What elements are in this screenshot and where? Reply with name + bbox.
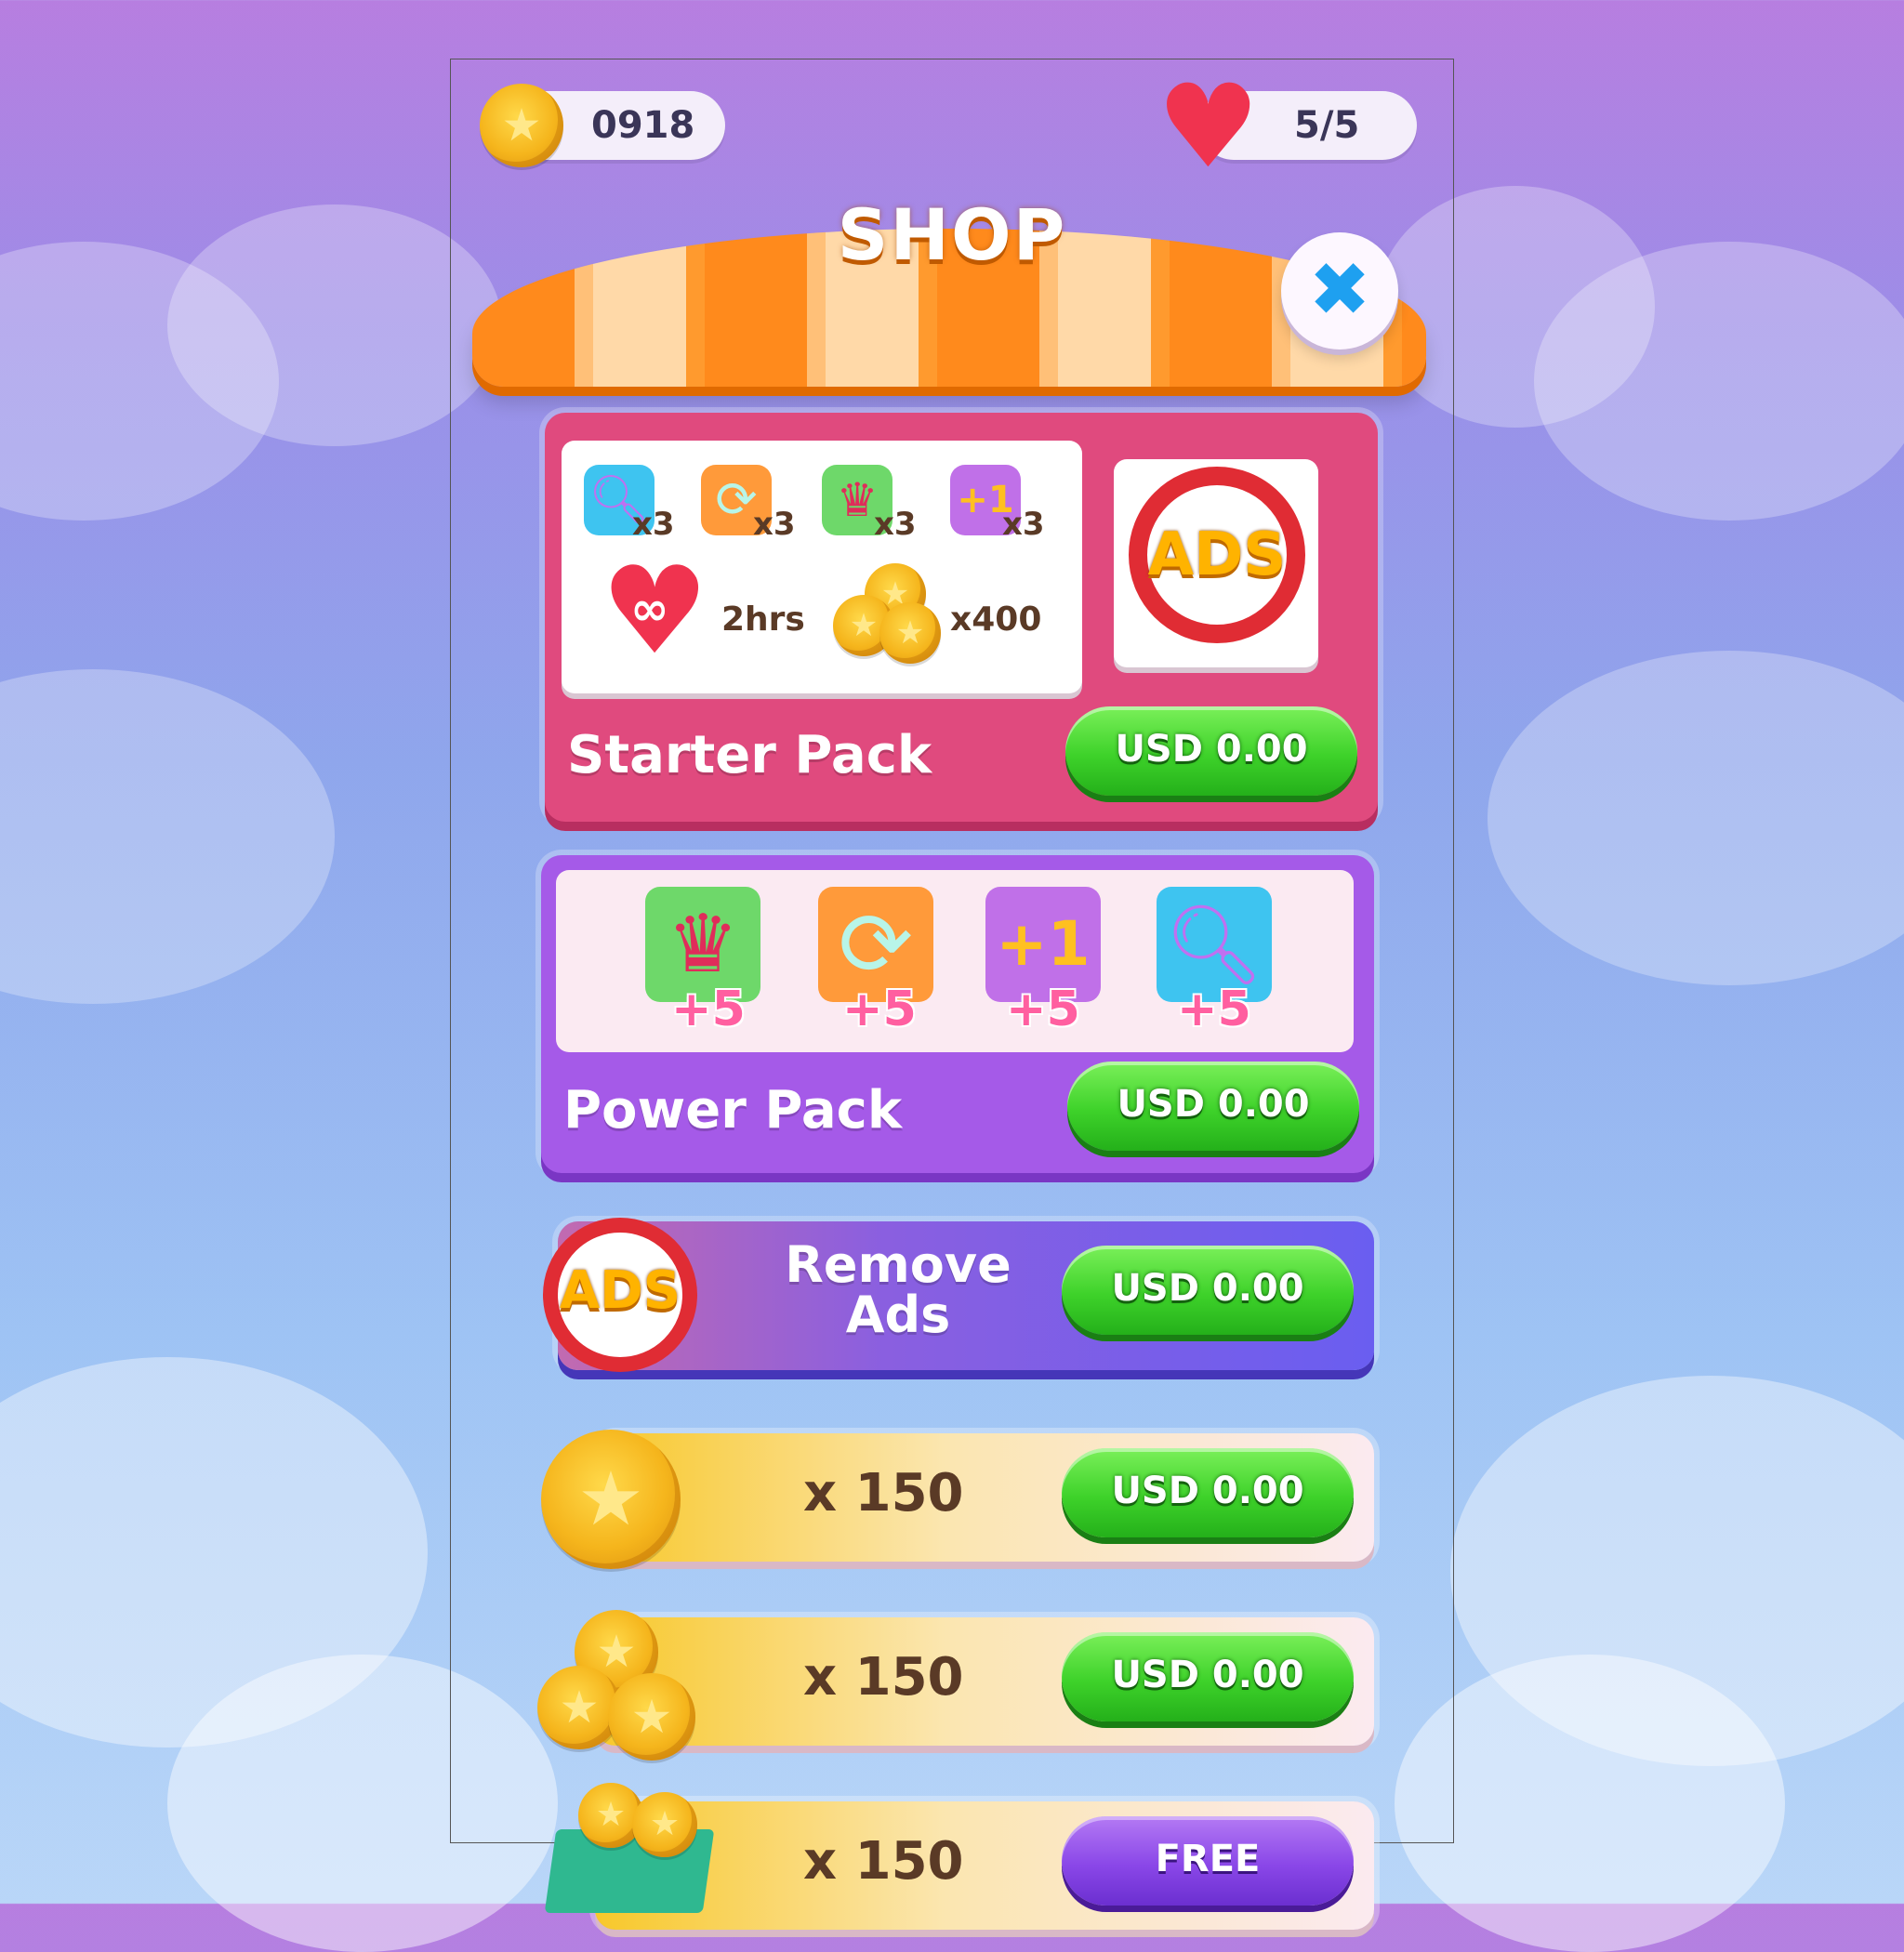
coin-icon: ★ [541,1430,681,1569]
starter-pack-title: Starter Pack [567,725,932,785]
starter-item-qty: x3 [632,506,675,543]
starter-pack-card: 🔍︎ x3 ⟳ x3 ♛ x3 +1 x3 ♥ ∞ 2hrs ★ ★ ★ x40… [545,413,1378,822]
infinite-lives-duration: 2hrs [721,600,805,639]
starter-item-qty: x3 [874,506,917,543]
page-title: SHOP [837,193,1067,276]
no-ads-panel: ADS [1114,459,1318,667]
coin-stack-icon: ★ ★ ★ [833,563,945,666]
power-pack-title: Power Pack [563,1080,903,1141]
power-item-qty: +5 [1006,982,1080,1037]
no-ads-icon: ADS [1129,467,1305,643]
lives-count: 5/5 [1294,104,1360,147]
remove-ads-buy-button[interactable]: USD 0.00 [1062,1246,1354,1335]
coin-count: 0918 [591,104,695,147]
starter-pack-items-panel: 🔍︎ x3 ⟳ x3 ♛ x3 +1 x3 ♥ ∞ 2hrs ★ ★ ★ x40… [562,441,1082,693]
coin-offer-card: x 150 USD 0.00 [595,1433,1374,1562]
remove-ads-title: Remove Ads [785,1235,1012,1344]
power-pack-buy-button[interactable]: USD 0.00 [1067,1062,1359,1151]
coin-icon: ★ [480,84,563,167]
starter-item-qty: x3 [753,506,796,543]
coin-offer-amount: x 150 [803,1831,964,1892]
coin-offer-buy-button[interactable]: USD 0.00 [1062,1632,1354,1721]
power-item-qty: +5 [1177,982,1251,1037]
power-item-qty: +5 [671,982,746,1037]
close-icon: ✖ [1308,246,1371,333]
coin-offer-amount: x 150 [803,1647,964,1708]
starter-pack-buy-button[interactable]: USD 0.00 [1065,706,1357,796]
coin-pile-icon: ★ ★ ★ [537,1610,705,1768]
power-item-qty: +5 [842,982,917,1037]
coin-offer-amount: x 150 [803,1463,964,1523]
power-pack-card: ♛ +5 ⟳ +5 +1 +5 🔍︎ +5 Power Pack USD 0.0… [541,855,1374,1173]
coin-offer-card: x 150 USD 0.00 [595,1617,1374,1746]
treasure-box-icon: ★ ★ [522,1774,746,1913]
power-pack-items-panel: ♛ +5 ⟳ +5 +1 +5 🔍︎ +5 [556,870,1354,1052]
infinity-icon: ∞ [630,582,669,636]
close-button[interactable]: ✖ [1281,232,1398,350]
coin-offer-buy-button[interactable]: USD 0.00 [1062,1448,1354,1537]
free-coins-button[interactable]: FREE [1062,1816,1354,1906]
starter-coin-qty: x400 [950,600,1042,639]
heart-icon: ♥ [1157,60,1261,194]
starter-item-qty: x3 [1002,506,1045,543]
no-ads-icon: ADS [543,1218,697,1372]
